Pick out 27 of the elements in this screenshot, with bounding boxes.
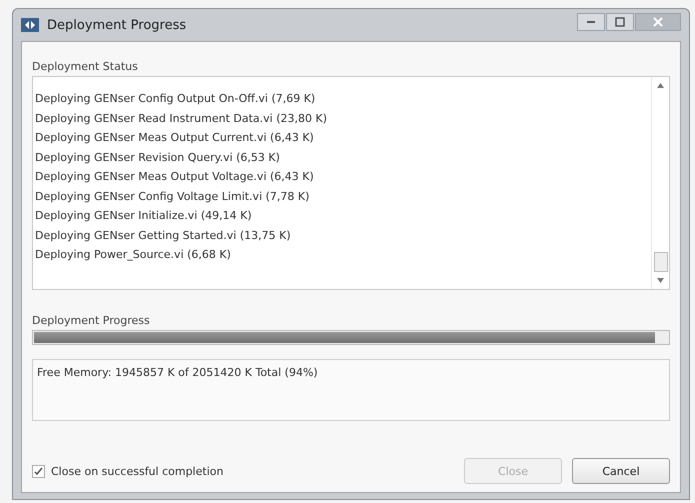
scrollbar[interactable]	[651, 77, 669, 289]
close-window-button[interactable]	[635, 13, 681, 31]
log-line: Deploying GENser Initialize.vi (49,14 K)	[35, 208, 253, 224]
down-arrow-icon[interactable]	[657, 278, 664, 283]
minimize-icon	[587, 21, 595, 23]
minimize-button[interactable]	[577, 13, 605, 31]
checkbox[interactable]	[32, 464, 45, 478]
maximize-button[interactable]	[606, 13, 634, 31]
maximize-icon	[615, 17, 625, 27]
log-line: Deploying GENser Config Output On-Off.vi (7,69 K)	[35, 91, 316, 107]
close-icon	[653, 17, 663, 27]
window-title: Deployment Progress	[47, 18, 188, 32]
log-line: Deploying GENser Config Voltage Limit.vi (7,78 K)	[35, 188, 310, 204]
log-line: Deploying GENser Meas Output Voltage.vi (6,43 K)	[35, 169, 315, 185]
log-line: Deploying GENser Meas Output Current.vi (6,43 K)	[35, 130, 315, 146]
dialog-button[interactable]: Cancel	[572, 458, 670, 484]
memory-text: Free Memory: 1945857 K of 2051420 K Total (94%)	[37, 366, 318, 379]
checkbox-label: Close on successful completion	[51, 464, 224, 478]
log-line: Deploying GENser Revision Query.vi (6,53 K)	[35, 150, 281, 166]
log-line: Deploying GENser Read Instrument Data.vi (23,80 K)	[35, 110, 328, 126]
scroll-thumb[interactable]	[654, 252, 668, 272]
section-label: Deployment Progress	[32, 314, 151, 327]
log-line: Deploying GENser Getting Started.vi (13,75 K)	[35, 228, 292, 244]
arrows-icon	[21, 17, 39, 33]
up-arrow-icon[interactable]	[657, 83, 664, 88]
log-line: Deploying Power_Source.vi (6,68 K)	[35, 247, 232, 263]
section-label: Deployment Status	[32, 60, 139, 73]
